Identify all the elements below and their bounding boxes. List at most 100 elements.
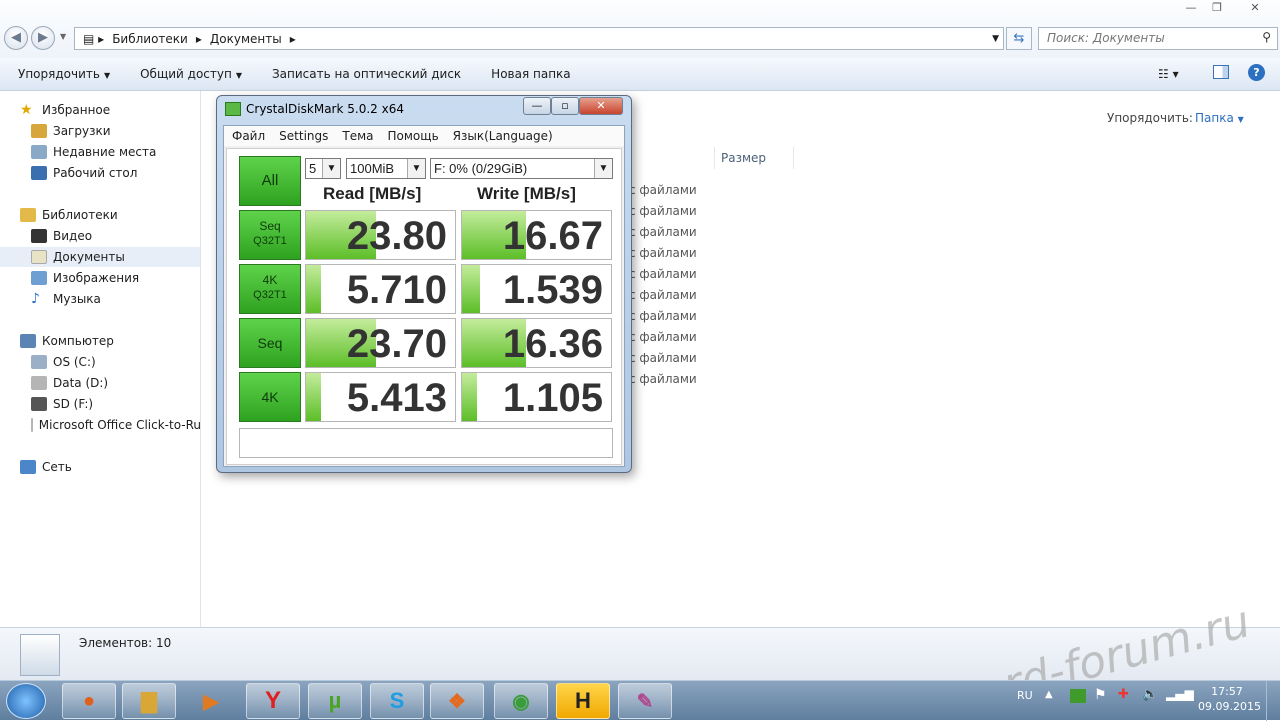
drive-value: F: 0% (0/29GiB): [434, 161, 528, 176]
show-hidden-icons[interactable]: ▲: [1045, 689, 1053, 700]
nav-libraries[interactable]: Библиотеки: [20, 205, 118, 225]
test-size-value: 100MiB: [350, 161, 395, 176]
nav-downloads[interactable]: Загрузки: [31, 121, 111, 141]
paint-taskbar-button[interactable]: ✎: [618, 683, 672, 719]
list-item[interactable]: с файлами: [629, 306, 697, 327]
yandex-taskbar-button[interactable]: Y: [246, 683, 300, 719]
test-size-select[interactable]: 100MiB ▼: [346, 158, 426, 179]
media-player-taskbar-button[interactable]: ▶: [184, 683, 238, 719]
all-button[interactable]: All: [239, 156, 301, 206]
preview-pane-icon[interactable]: [1213, 65, 1229, 79]
cdm-maximize-button[interactable]: ▫: [551, 97, 579, 115]
history-dropdown-icon[interactable]: ▼: [60, 32, 66, 41]
list-item[interactable]: с файлами: [629, 348, 697, 369]
arrange-by-value: Папка: [1195, 111, 1234, 125]
nvidia-tray-icon[interactable]: [1070, 689, 1086, 703]
test-count-select[interactable]: 5 ▼: [305, 158, 341, 179]
address-dropdown-icon[interactable]: ▼: [992, 34, 999, 44]
list-item[interactable]: с файлами: [629, 222, 697, 243]
burn-button[interactable]: Записать на оптический диск: [272, 67, 461, 81]
utorrent-taskbar-button[interactable]: µ: [308, 683, 362, 719]
test-button-4k-q32t1[interactable]: 4K Q32T1: [239, 264, 301, 314]
minimize-button[interactable]: —: [1178, 0, 1204, 18]
cdm-close-button[interactable]: ✕: [579, 97, 623, 115]
firefox-taskbar-button[interactable]: ●: [62, 683, 116, 719]
nav-images[interactable]: Изображения: [31, 268, 139, 288]
read-bar: [306, 265, 321, 313]
list-item[interactable]: с файлами: [629, 369, 697, 390]
hwinfo-taskbar-button[interactable]: H: [556, 683, 610, 719]
nav-computer[interactable]: Компьютер: [20, 331, 114, 351]
show-desktop-button[interactable]: [1266, 681, 1280, 721]
write-value: 1.539: [502, 268, 603, 312]
organize-button[interactable]: Упорядочить ▼: [18, 67, 110, 81]
chevron-down-icon: ▼: [1237, 115, 1244, 124]
app-taskbar-button[interactable]: ❖: [430, 683, 484, 719]
yandex-icon: Y: [264, 687, 281, 714]
forward-button[interactable]: ▶: [31, 26, 55, 50]
nav-label: Data (D:): [53, 376, 109, 390]
crystaldiskmark-taskbar-button[interactable]: ◉: [494, 683, 548, 719]
menu-file[interactable]: Файл: [232, 129, 265, 143]
address-bar[interactable]: ▤ ▸ Библиотеки ▸ Документы ▸ ▼: [74, 27, 1004, 50]
skype-taskbar-button[interactable]: S: [370, 683, 424, 719]
nav-network[interactable]: Сеть: [20, 457, 72, 477]
write-value: 16.36: [502, 322, 603, 366]
column-header-size[interactable]: Размер: [714, 147, 794, 169]
cdm-minimize-button[interactable]: —: [523, 97, 551, 115]
nav-drive-d[interactable]: Data (D:): [31, 373, 108, 393]
drive-select[interactable]: F: 0% (0/29GiB) ▼: [430, 158, 613, 179]
menu-settings[interactable]: Settings: [279, 129, 328, 143]
clock[interactable]: 17:57 09.09.2015: [1198, 684, 1261, 714]
nav-favorites[interactable]: ★ Избранное: [20, 100, 110, 120]
comment-field[interactable]: [239, 428, 613, 458]
alert-tray-icon[interactable]: ✚: [1118, 687, 1129, 702]
close-button[interactable]: ✕: [1232, 0, 1278, 18]
menu-language[interactable]: Язык(Language): [453, 129, 553, 143]
breadcrumb-documents[interactable]: Документы: [210, 32, 282, 46]
breadcrumb-libraries[interactable]: Библиотеки: [112, 32, 188, 46]
network-signal-icon[interactable]: ▂▄▆: [1166, 687, 1194, 701]
test-count-value: 5: [309, 161, 317, 176]
video-icon: [31, 229, 47, 243]
list-item[interactable]: с файлами: [629, 327, 697, 348]
arrange-by-dropdown[interactable]: Папка ▼: [1195, 111, 1244, 125]
share-button[interactable]: Общий доступ ▼: [140, 67, 242, 81]
list-item[interactable]: с файлами: [629, 201, 697, 222]
nav-recent[interactable]: Недавние места: [31, 142, 156, 162]
drive-icon: [31, 376, 47, 390]
menu-help[interactable]: Помощь: [388, 129, 439, 143]
test-button-seq-q32t1[interactable]: Seq Q32T1: [239, 210, 301, 260]
list-item[interactable]: с файлами: [629, 285, 697, 306]
nav-desktop[interactable]: Рабочий стол: [31, 163, 137, 183]
help-icon[interactable]: ?: [1248, 64, 1265, 81]
windows-app-icon: ❖: [448, 690, 466, 713]
nav-music[interactable]: ♪ Музыка: [31, 289, 101, 309]
test-button-seq[interactable]: Seq: [239, 318, 301, 368]
back-button[interactable]: ◀: [4, 26, 28, 50]
flag-tray-icon[interactable]: ⚑: [1094, 687, 1107, 703]
volume-icon[interactable]: 🔈: [1142, 687, 1158, 702]
list-item[interactable]: с файлами: [629, 243, 697, 264]
list-item[interactable]: с файлами: [629, 180, 697, 201]
start-button[interactable]: [6, 683, 46, 719]
nav-office[interactable]: Microsoft Office Click-to-Ru: [31, 415, 201, 435]
recent-places-icon: [31, 145, 47, 159]
cdm-panel: All 5 ▼ 100MiB ▼ F: 0% (0/29GiB) ▼ Read [MB…: [226, 148, 622, 465]
list-item[interactable]: с файлами: [629, 264, 697, 285]
refresh-icon[interactable]: ⇆: [1006, 27, 1032, 50]
documents-large-icon: [20, 634, 60, 676]
new-folder-button[interactable]: Новая папка: [491, 67, 570, 81]
test-button-4k[interactable]: 4K: [239, 372, 301, 422]
menu-theme[interactable]: Тема: [342, 129, 373, 143]
nav-drive-f[interactable]: SD (F:): [31, 394, 93, 414]
search-input[interactable]: Поиск: Документы ⚲: [1038, 27, 1278, 50]
explorer-taskbar-button[interactable]: ▇: [122, 683, 176, 719]
maximize-button[interactable]: ❐: [1204, 0, 1230, 18]
nav-documents[interactable]: Документы: [0, 247, 200, 267]
language-indicator[interactable]: RU: [1017, 689, 1033, 702]
nav-drive-c[interactable]: OS (C:): [31, 352, 96, 372]
nav-video[interactable]: Видео: [31, 226, 92, 246]
star-icon: ★: [20, 102, 33, 118]
view-options-icon[interactable]: ☷ ▾: [1158, 67, 1179, 81]
